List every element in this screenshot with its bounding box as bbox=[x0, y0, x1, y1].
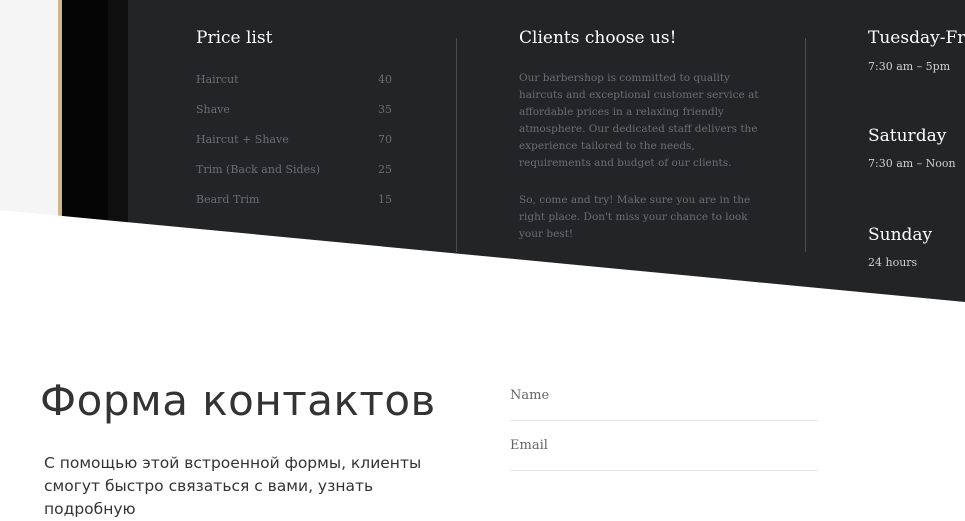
hours-day: Tuesday-Fri bbox=[868, 28, 965, 48]
hours-day: Sunday bbox=[868, 225, 933, 245]
black-frame bbox=[62, 0, 110, 240]
about-paragraph: Our barbershop is committed to quality h… bbox=[519, 72, 759, 169]
about-paragraph: So, come and try! Make sure you are in t… bbox=[519, 194, 751, 240]
price-list-title: Price list bbox=[196, 28, 273, 48]
name-field bbox=[510, 384, 818, 421]
price-item-value: 35 bbox=[378, 103, 392, 116]
column-divider bbox=[805, 38, 806, 252]
column-divider bbox=[456, 38, 457, 252]
price-item-value: 25 bbox=[378, 163, 392, 176]
price-item-name: Beard Trim bbox=[196, 193, 260, 206]
price-item-name: Haircut bbox=[196, 73, 239, 86]
name-input[interactable] bbox=[510, 384, 818, 407]
price-item-value: 15 bbox=[378, 193, 392, 206]
price-item-name: Haircut + Shave bbox=[196, 133, 289, 146]
price-item-value: 40 bbox=[378, 73, 392, 86]
contact-form-title: Форма контактов bbox=[40, 376, 436, 425]
email-field bbox=[510, 434, 818, 471]
hours-time: 7:30 am – 5pm bbox=[868, 60, 951, 73]
left-background bbox=[0, 0, 62, 230]
price-item-value: 70 bbox=[378, 133, 392, 146]
email-input[interactable] bbox=[510, 434, 818, 457]
page: Price list Haircut 40 Shave 35 Haircut +… bbox=[0, 0, 965, 518]
price-item-name: Trim (Back and Sides) bbox=[196, 163, 321, 176]
contact-form-description: С помощью этой встроенной формы, клиенты… bbox=[44, 454, 422, 518]
hours-time: 24 hours bbox=[868, 256, 918, 269]
about-title: Clients choose us! bbox=[519, 28, 677, 48]
hours-time: 7:30 am – Noon bbox=[868, 157, 956, 170]
price-item-name: Shave bbox=[196, 103, 230, 116]
hours-day: Saturday bbox=[868, 126, 947, 146]
inner-frame bbox=[108, 0, 128, 240]
